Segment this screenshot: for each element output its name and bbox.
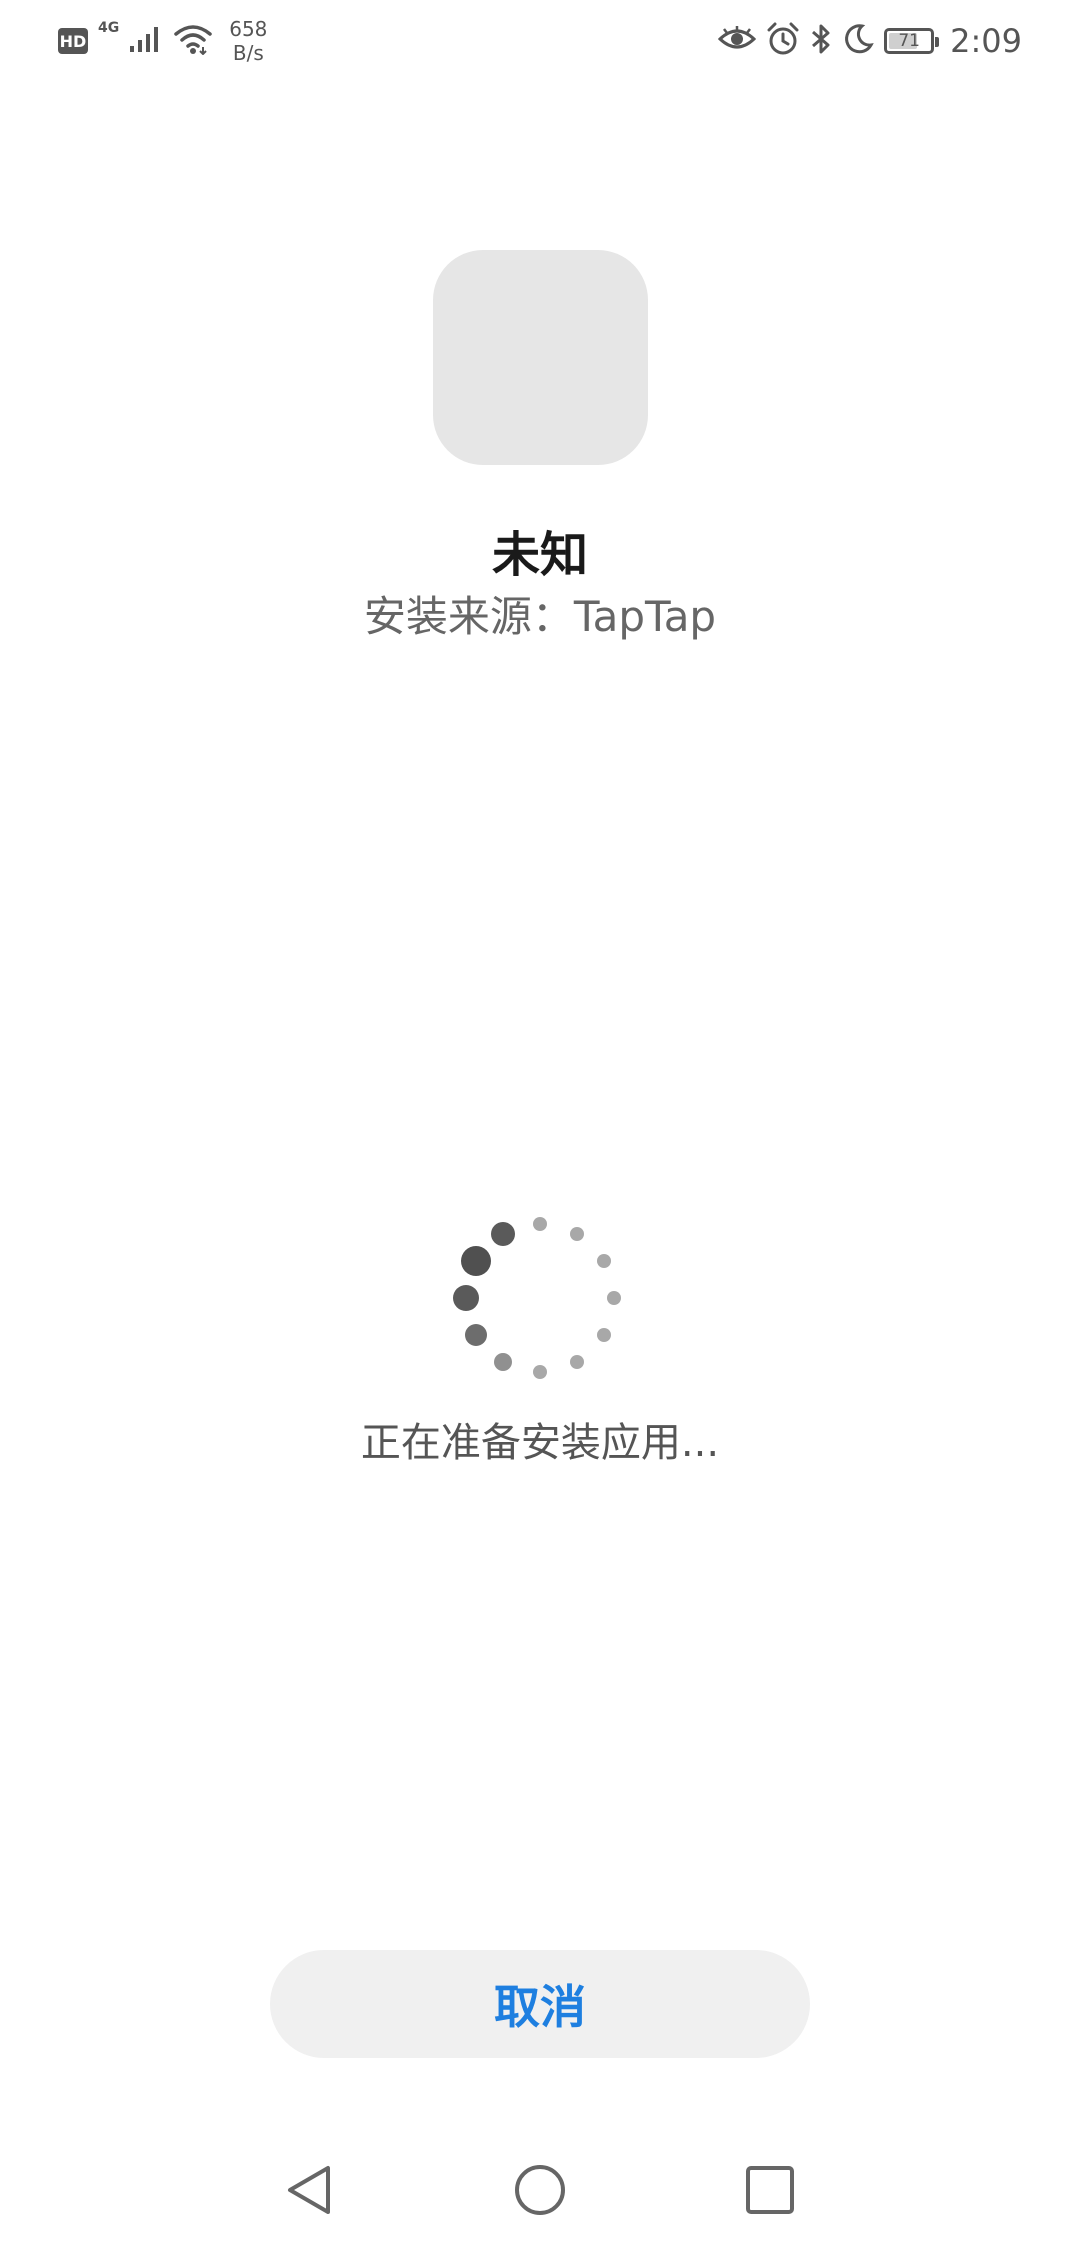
- recents-icon[interactable]: [730, 2150, 810, 2230]
- app-name: 未知: [491, 527, 588, 583]
- battery-icon: 71: [884, 28, 940, 54]
- alarm-icon: [766, 22, 800, 60]
- loading-spinner: [440, 1198, 640, 1398]
- clock: 2:09: [950, 22, 1022, 60]
- back-icon[interactable]: [270, 2150, 350, 2230]
- status-bar-left: HD 4G 658 B/s: [58, 16, 267, 66]
- network-speed: 658 B/s: [229, 17, 267, 65]
- bluetooth-icon: [810, 22, 832, 60]
- wifi-icon: [173, 23, 213, 59]
- preparing-install-text: 正在准备安装应用...: [360, 1420, 720, 1466]
- speed-unit: B/s: [232, 41, 264, 65]
- status-bar-right: 71 2:09: [717, 16, 1022, 66]
- battery-level: 71: [898, 31, 920, 51]
- home-icon[interactable]: [500, 2150, 580, 2230]
- signal-icon: [129, 24, 163, 58]
- hd-icon: HD: [58, 28, 88, 54]
- app-icon-placeholder: [433, 250, 648, 465]
- eye-comfort-icon: [717, 25, 757, 57]
- do-not-disturb-icon: [842, 23, 874, 59]
- cancel-button[interactable]: 取消: [270, 1950, 810, 2058]
- speed-value: 658: [229, 17, 268, 41]
- network-type: 4G: [98, 20, 120, 36]
- status-bar: HD 4G 658 B/s 71 2:09: [0, 0, 1080, 82]
- navigation-bar: [0, 2140, 1080, 2244]
- install-source: 安装来源：TapTap: [363, 592, 717, 641]
